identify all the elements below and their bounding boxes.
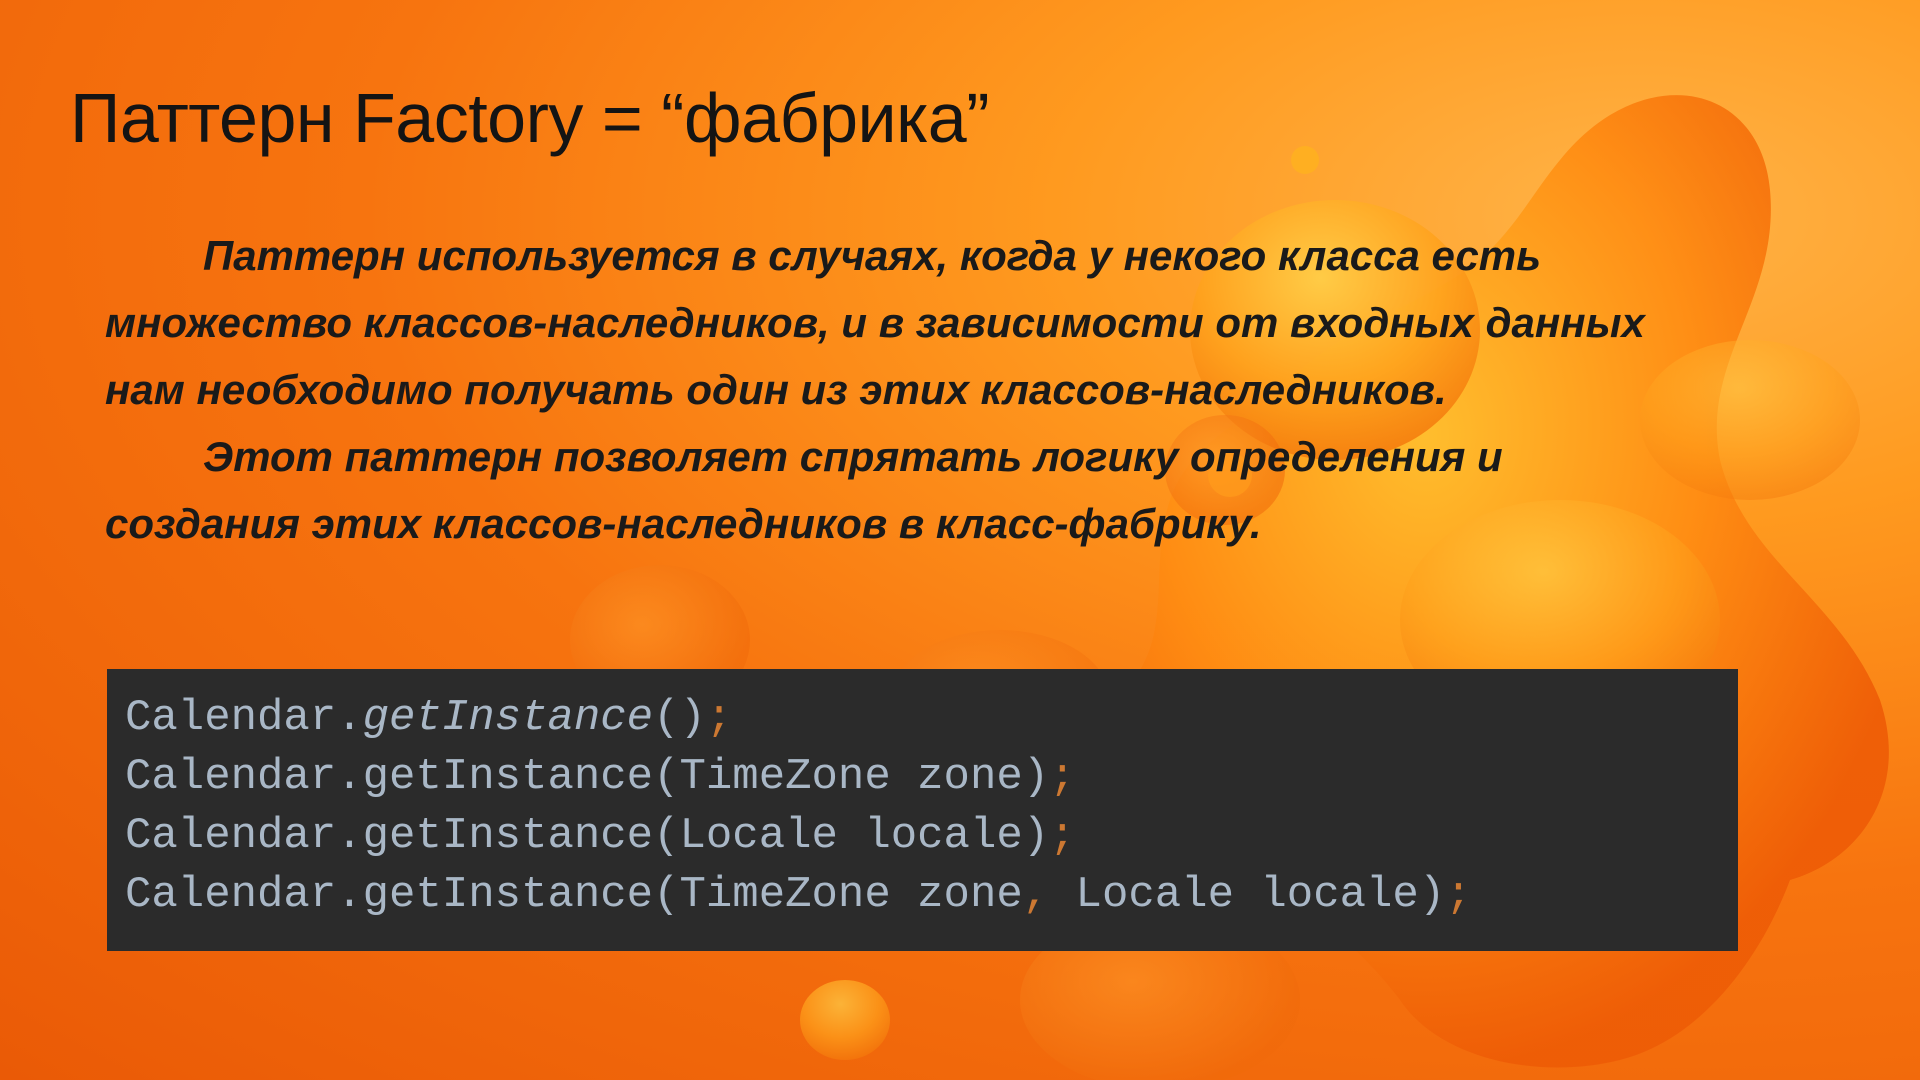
code-token: Calendar.	[125, 693, 363, 743]
paragraph-pattern-purpose: Этот паттерн позволяет спрятать логику о…	[105, 433, 1503, 547]
code-line-2: Calendar.getInstance(TimeZone zone);	[125, 748, 1738, 807]
code-token-method: getInstance	[362, 693, 654, 743]
code-token: Calendar.getInstance(TimeZone zone	[125, 870, 1023, 920]
code-block: Calendar.getInstance(); Calendar.getInst…	[107, 669, 1738, 951]
slide-title: Паттерн Factory = “фабрика”	[70, 79, 990, 157]
code-line-1: Calendar.getInstance();	[125, 689, 1738, 748]
code-semicolon: ;	[1445, 870, 1472, 920]
code-token: Calendar.getInstance(TimeZone zone)	[125, 752, 1050, 802]
code-token: ()	[653, 693, 706, 743]
code-line-4: Calendar.getInstance(TimeZone zone, Loca…	[125, 866, 1738, 925]
code-semicolon: ;	[1049, 752, 1076, 802]
code-token: Calendar.getInstance(Locale locale)	[125, 811, 1050, 861]
code-semicolon: ;	[705, 693, 733, 743]
code-line-3: Calendar.getInstance(Locale locale);	[125, 807, 1738, 866]
slide-body-text: Паттерн используется в случаях, когда у …	[105, 222, 1705, 557]
paragraph-pattern-usage: Паттерн используется в случаях, когда у …	[105, 232, 1645, 413]
code-token: Locale locale)	[1049, 870, 1446, 920]
code-comma: ,	[1022, 870, 1050, 920]
code-semicolon: ;	[1049, 811, 1076, 861]
